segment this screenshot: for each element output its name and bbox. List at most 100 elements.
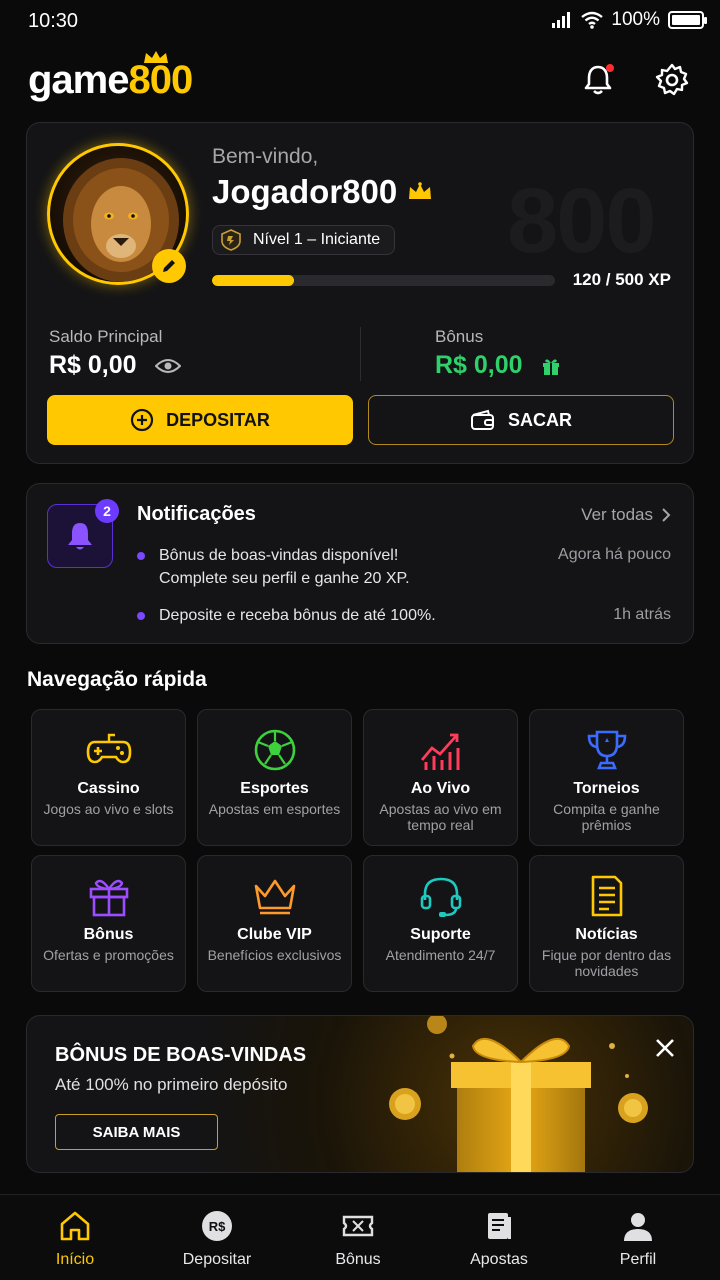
see-all-label: Ver todas [581,505,653,524]
ticket-icon [342,1215,374,1237]
tile-title: Notícias [575,926,638,943]
unread-dot [606,64,614,72]
edit-avatar-button[interactable] [152,249,186,283]
gear-icon[interactable] [654,62,690,98]
shield-level-icon [221,229,241,251]
see-all-link[interactable]: Ver todas [581,505,671,525]
pencil-icon [163,260,175,272]
unread-bullet [137,552,145,560]
nav-inicio[interactable]: Início [5,1195,145,1280]
nav-label: Perfil [619,1251,657,1268]
notification-count-badge: 2 [95,499,119,523]
logo-crown-icon [143,51,168,63]
quick-nav-title: Navegação rápida [27,668,207,691]
close-icon[interactable] [651,1034,679,1062]
withdraw-button[interactable]: SACAR [368,395,674,445]
balance-value: R$ 0,00 [49,351,137,379]
bonus-label: Bônus [435,327,484,346]
trophy-icon [587,730,626,770]
battery-icon [668,11,707,29]
wallet-icon [470,409,494,430]
deposit-coin-icon: R$ [202,1211,232,1241]
crown-icon [254,879,295,915]
tile-ao-vivo[interactable]: Ao Vivo Apostas ao vivo em tempo real [363,709,518,846]
wifi-icon [581,11,604,29]
welcome-text: Bem-vindo, [212,145,319,168]
tile-subtitle: Compita e ganhe prêmios [553,801,660,833]
tile-subtitle: Atendimento 24/7 [385,947,496,963]
brand-logo[interactable]: game 800 [28,51,194,103]
bets-icon [488,1213,511,1239]
tile-subtitle: Fique por dentro das novidades [541,947,672,979]
deposit-button[interactable]: DEPOSITAR [47,395,353,445]
nav-bonus[interactable]: Bônus [288,1195,428,1280]
nav-depositar[interactable]: R$ Depositar [147,1195,287,1280]
promo-title: BÔNUS DE BOAS-VINDAS [55,1044,307,1066]
tile-noticias[interactable]: Notícias Fique por dentro das novidades [529,855,684,992]
gift-box-illustration [389,1016,648,1172]
notification-line-2: Complete seu perfil e ganhe 20 XP. [159,570,410,587]
nav-apostas[interactable]: Apostas [429,1195,569,1280]
news-icon [591,875,622,917]
vip-crown-icon [409,182,432,199]
battery-percent: 100% [611,9,660,30]
chevron-right-icon [662,508,671,522]
tile-title: Clube VIP [237,926,312,943]
live-chart-icon [420,733,459,770]
promo-subtitle: Até 100% no primeiro depósito [55,1075,288,1094]
nav-perfil[interactable]: Perfil [568,1195,708,1280]
svg-text:R$: R$ [209,1219,226,1234]
tile-torneios[interactable]: Torneios Compita e ganhe prêmios [529,709,684,846]
bonus-row: R$ 0,00 [435,351,561,380]
tile-title: Torneios [573,780,640,797]
xp-progress-bar [212,275,555,286]
gift-icon [89,879,128,917]
tile-clube-vip[interactable]: Clube VIP Benefícios exclusivos [197,855,352,992]
gamepad-icon [86,733,131,764]
home-icon [60,1211,90,1241]
tile-title: Suporte [410,926,471,943]
bonus-value: R$ 0,00 [435,351,523,379]
bottom-navigation: Início R$ Depositar Bônus Apostas Perfil [0,1194,720,1280]
balance-row: R$ 0,00 [49,351,181,380]
tile-subtitle: Jogos ao vivo e slots [43,801,174,817]
nav-label: Depositar [182,1251,252,1268]
app-header: game 800 [0,51,720,112]
eye-icon[interactable] [154,357,181,375]
logo-800: 800 [128,58,194,102]
soccer-ball-icon [254,729,295,771]
level-badge[interactable]: Nível 1 – Iniciante [212,225,396,255]
notification-item[interactable]: Deposite e receba bônus de até 100%. [137,604,436,627]
welcome-bonus-banner[interactable]: BÔNUS DE BOAS-VINDAS Até 100% no primeir… [26,1015,694,1173]
status-bar: 10:30 100% [0,0,720,44]
tile-bonus[interactable]: Bônus Ofertas e promoções [31,855,186,992]
notification-line-1: Bônus de boas-vindas disponível! [159,547,399,564]
nav-label: Apostas [470,1251,528,1268]
tile-subtitle: Benefícios exclusivos [207,947,342,963]
tile-subtitle: Ofertas e promoções [43,947,174,963]
tile-title: Esportes [240,780,309,797]
tile-subtitle: Apostas em esportes [208,801,341,817]
unread-bullet [137,612,145,620]
tile-cassino[interactable]: Cassino Jogos ao vivo e slots [31,709,186,846]
tile-esportes[interactable]: Esportes Apostas em esportes [197,709,352,846]
status-indicators: 100% [551,9,707,31]
watermark-800: 800 [507,170,656,272]
notification-time: 1h atrás [613,606,671,623]
small-gift-icon [542,358,559,375]
headset-icon [420,877,461,917]
deposit-label: DEPOSITAR [166,409,270,430]
profile-icon [624,1213,652,1241]
notification-item[interactable]: Bônus de boas-vindas disponível! Complet… [137,544,410,590]
balance-label: Saldo Principal [49,327,163,346]
tile-title: Ao Vivo [410,780,471,797]
profile-card: 800 Bem-vindo, Jogador800 Nível 1 – Inic… [26,122,694,464]
tile-suporte[interactable]: Suporte Atendimento 24/7 [363,855,518,992]
tile-subtitle: Apostas ao vivo em tempo real [379,801,502,833]
learn-more-button[interactable]: SAIBA MAIS [55,1114,218,1150]
tile-title: Bônus [83,926,134,943]
level-text: Nível 1 – Iniciante [253,231,381,248]
username: Jogador800 [212,173,398,210]
logo-text-game: game [28,58,129,102]
notifications-title: Notificações [137,503,256,525]
